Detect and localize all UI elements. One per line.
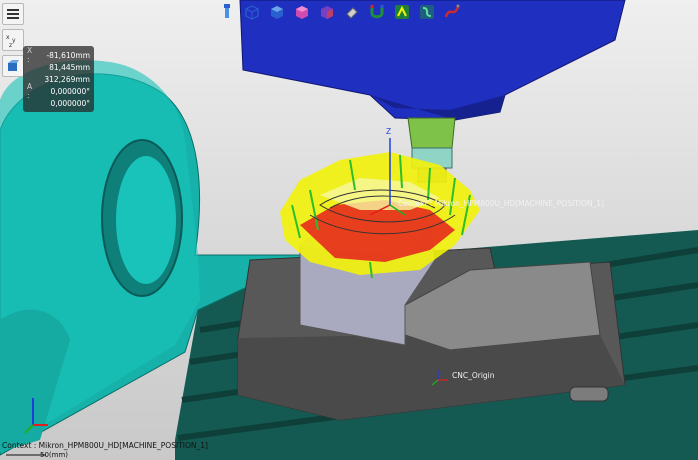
solid-view-icon[interactable] [268,3,286,21]
vise-screw [569,386,609,402]
svg-text:x: x [6,34,10,41]
shaded-view-icon[interactable] [318,3,336,21]
view-cube-icon[interactable] [243,3,261,21]
settings-icon[interactable] [443,3,461,21]
status-context: Context : Mikron_HPM800U_HD[MACHINE_POSI… [2,441,208,450]
fixture-bore-inner [116,156,176,284]
part-icon[interactable] [2,55,24,77]
scale-label: 50(mm) [40,451,69,459]
tool-icon[interactable] [218,3,236,21]
collision-icon[interactable] [393,3,411,21]
path-icon[interactable] [418,3,436,21]
magnet-icon[interactable] [368,3,386,21]
axis-z-label: Z [386,127,392,136]
coord-x: X : -81,610mm [27,46,90,64]
axis-icon[interactable]: xyz [2,29,24,51]
wireframe-view-icon[interactable] [293,3,311,21]
svg-text:y: y [12,37,16,44]
side-toolbar: xyz [2,3,24,77]
tool-holder-green [407,117,456,149]
machine-scene [0,0,698,460]
menu-icon[interactable] [2,3,24,25]
3d-viewport[interactable]: xyz X : -81,610mm 81,445mm 312,269mm A :0… [0,0,698,460]
coord-a: A :0,000000° [27,82,90,100]
eraser-icon[interactable] [343,3,361,21]
top-toolbar [218,3,461,21]
coord-c: 0,000000° [50,98,90,108]
coordinate-panel: X : -81,610mm 81,445mm 312,269mm A :0,000… [23,46,94,112]
coord-y: 81,445mm [49,62,90,72]
svg-text:z: z [9,42,12,47]
cnc-origin-label: CNC_Origin [452,371,495,380]
tool-context-label: Context : Mikron_HPM800U_HD[MACHINE_POSI… [398,199,604,208]
